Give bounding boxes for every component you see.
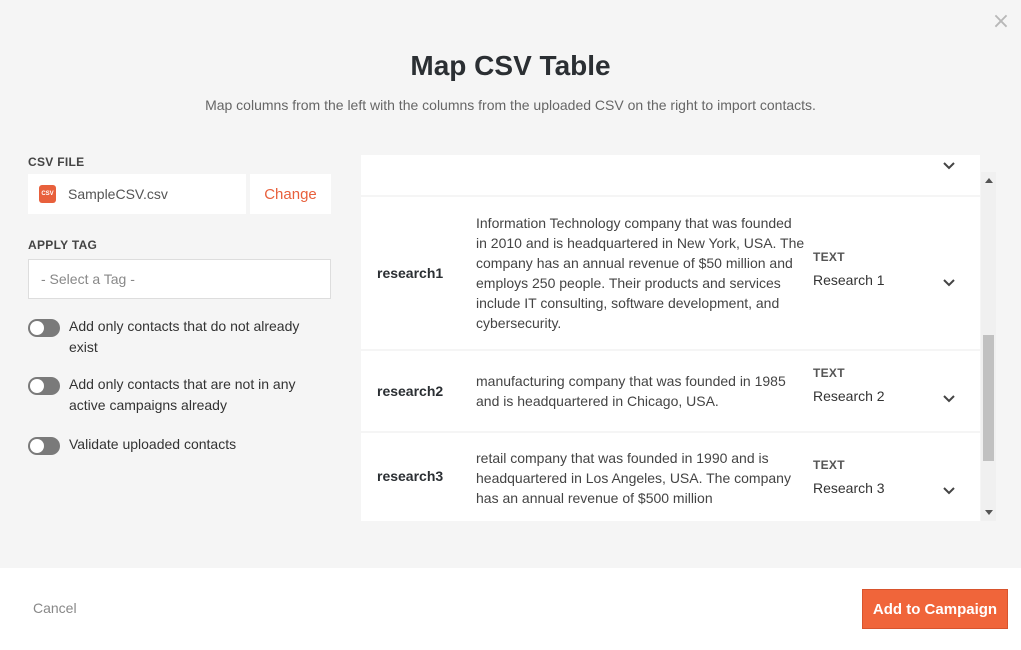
chevron-down-icon[interactable] [941,274,957,290]
csv-file-icon: CSV [39,185,56,203]
field-description: Information Technology company that was … [476,215,805,331]
field-type: TEXT Research 1 [813,250,885,288]
chevron-down-icon[interactable] [941,390,957,406]
field-key: research2 [377,383,444,399]
type-label: TEXT [813,366,845,380]
toggle-label: Validate uploaded contacts [69,436,237,452]
chevron-down-icon[interactable] [941,157,957,173]
map-csv-modal: × Map CSV Table Map columns from the lef… [0,0,1021,650]
toggle-switch-not-in-campaigns[interactable] [28,377,60,395]
field-type: TEXT Research 2 [813,366,885,404]
field-description: manufacturing company that was founded i… [476,373,786,409]
tag-select[interactable]: - Select a Tag - [28,259,331,299]
modal-title: Map CSV Table [410,50,611,81]
field-type: TEXT Research 3 [813,458,885,496]
file-name: SampleCSV.csv [68,186,168,202]
left-panel: CSV FILE CSV SampleCSV.csv Change APPLY … [28,155,331,455]
modal-footer: Cancel Add to Campaign [0,568,1021,650]
type-value[interactable]: Research 2 [813,388,885,404]
type-value[interactable]: Research 3 [813,480,885,496]
mapping-row: research2 manufacturing company that was… [361,351,980,431]
csv-file-label: CSV FILE [28,155,85,169]
toggle-label: Add only contacts that are not in any ac… [69,376,296,413]
type-value[interactable]: Research 1 [813,272,885,288]
scroll-down-icon[interactable] [981,505,996,520]
toggle-row-not-in-campaigns: Add only contacts that are not in any ac… [28,376,331,416]
file-row: CSV SampleCSV.csv Change [28,174,331,214]
close-icon[interactable]: × [991,11,1011,33]
modal-subtitle: Map columns from the left with the colum… [205,97,816,113]
toggle-row-new-contacts: Add only contacts that do not already ex… [28,318,331,358]
type-label: TEXT [813,250,845,264]
change-file-button[interactable]: Change [250,174,331,214]
toggle-row-validate: Validate uploaded contacts [28,436,331,455]
apply-tag-label: APPLY TAG [28,238,98,252]
toggle-label: Add only contacts that do not already ex… [69,318,300,355]
toggle-switch-validate[interactable] [28,437,60,455]
type-label: TEXT [813,458,845,472]
mapping-row: research1 Information Technology company… [361,197,980,349]
field-description: retail company that was founded in 1990 … [476,450,791,506]
chevron-down-icon[interactable] [941,482,957,498]
scroll-up-icon[interactable] [981,172,996,187]
field-key: research1 [377,265,444,281]
add-to-campaign-button[interactable]: Add to Campaign [862,589,1008,629]
scrollbar-thumb[interactable] [983,335,994,461]
toggle-switch-new-contacts[interactable] [28,319,60,337]
file-box: CSV SampleCSV.csv [28,174,246,214]
mapping-row-partial [361,155,980,195]
mapping-list[interactable]: research1 Information Technology company… [361,155,980,521]
mapping-row: research3 retail company that was founde… [361,433,980,521]
field-key: research3 [377,468,444,484]
cancel-button[interactable]: Cancel [33,600,77,616]
